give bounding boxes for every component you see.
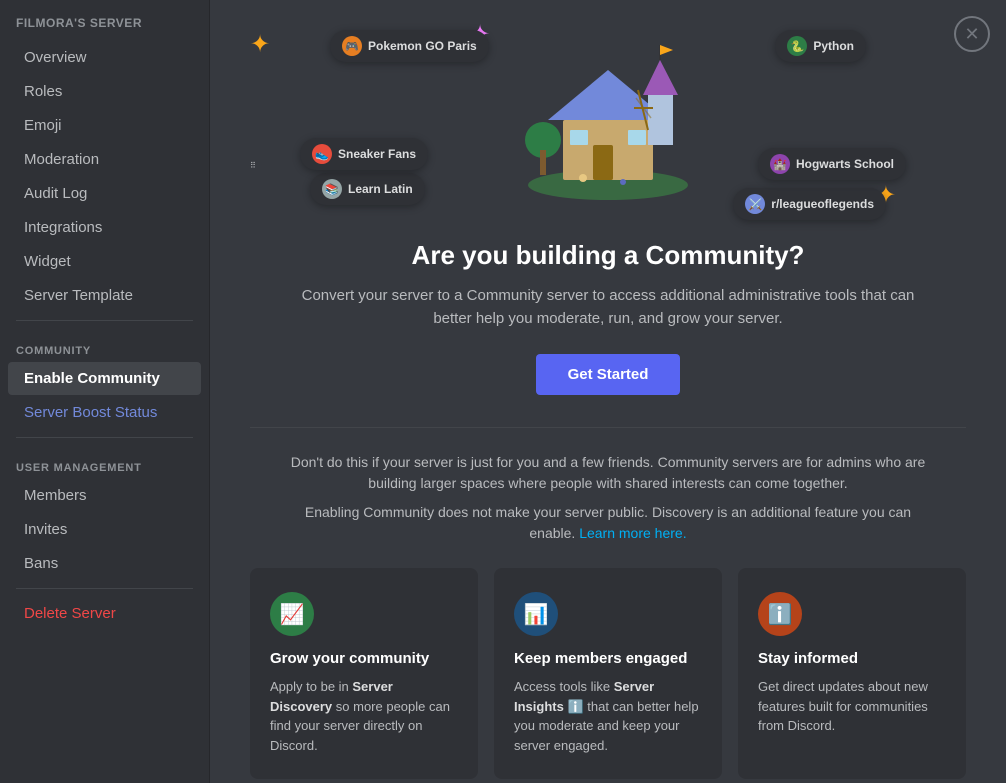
sidebar: FILMORA'S SERVER Overview Roles Emoji Mo… [0,0,210,783]
badge-icon-python: 🐍 [787,36,807,56]
badge-icon-pokemon: 🎮 [342,36,362,56]
server-name: FILMORA'S SERVER [0,16,209,40]
floating-badge-hogwarts: 🏰 Hogwarts School [758,148,906,180]
feature-card-desc-informed: Get direct updates about new features bu… [758,677,946,736]
badge-label-learn-latin: Learn Latin [348,182,413,196]
community-heading: Are you building a Community? [250,240,966,271]
feature-card-desc-grow: Apply to be in Server Discovery so more … [270,677,458,755]
house-illustration [508,40,708,200]
star-decoration-1: ✦ [250,30,270,59]
sidebar-item-label-server-template: Server Template [24,287,133,304]
sidebar-divider-bottom [16,588,193,589]
feature-card-stay-informed: ℹ️ Stay informed Get direct updates abou… [738,568,966,779]
info-text-1: Don't do this if your server is just for… [288,452,928,494]
close-button[interactable]: ✕ [954,16,990,52]
hero-area: ✦ ✦ ✦ 🎮 Pokemon GO Paris 🐍 Python [210,0,1006,240]
floating-badge-league: ⚔️ r/leagueoflegends [733,188,886,220]
content-divider [250,427,966,428]
feature-card-desc-engaged: Access tools like Server Insights ℹ️ tha… [514,677,702,755]
sidebar-item-widget[interactable]: Widget [8,245,201,278]
badge-label-pokemon: Pokemon GO Paris [368,39,477,53]
sidebar-divider-community [16,320,193,321]
floating-badge-python: 🐍 Python [775,30,866,62]
sidebar-item-roles[interactable]: Roles [8,75,201,108]
badge-label-hogwarts: Hogwarts School [796,157,894,171]
badge-icon-learn-latin: 📚 [322,179,342,199]
sidebar-item-members[interactable]: Members [8,479,201,512]
user-management-section-label: USER MANAGEMENT [0,446,209,478]
get-started-button[interactable]: Get Started [536,354,681,395]
badge-label-league: r/leagueoflegends [771,197,874,211]
sidebar-item-server-boost-status[interactable]: Server Boost Status [8,396,201,429]
feature-card-keep-engaged: 📊 Keep members engaged Access tools like… [494,568,722,779]
sidebar-item-invites[interactable]: Invites [8,513,201,546]
feature-icon-engaged: 📊 [514,592,558,636]
sidebar-item-moderation[interactable]: Moderation [8,143,201,176]
feature-icon-informed: ℹ️ [758,592,802,636]
sidebar-item-server-template[interactable]: Server Template [8,279,201,312]
floating-badge-sneaker-fans: 👟 Sneaker Fans [300,138,428,170]
sidebar-item-label-invites: Invites [24,521,67,538]
sidebar-item-label-audit-log: Audit Log [24,185,87,202]
sidebar-item-label-roles: Roles [24,83,62,100]
sidebar-item-label-emoji: Emoji [24,117,62,134]
floating-badge-pokemon: 🎮 Pokemon GO Paris [330,30,489,62]
sidebar-item-enable-community[interactable]: Enable Community [8,362,201,395]
sidebar-item-label-integrations: Integrations [24,219,102,236]
sidebar-item-label-bans: Bans [24,555,58,572]
dots-decoration: ⠿ [250,161,256,170]
community-section-label: COMMUNITY [0,329,209,361]
sidebar-item-overview[interactable]: Overview [8,41,201,74]
sidebar-item-label-widget: Widget [24,253,71,270]
community-subtext: Convert your server to a Community serve… [288,285,928,330]
feature-card-grow-community: 📈 Grow your community Apply to be in Ser… [250,568,478,779]
sidebar-item-delete-server[interactable]: Delete Server [8,597,201,630]
feature-cards-container: 📈 Grow your community Apply to be in Ser… [250,568,966,779]
feature-card-title-engaged: Keep members engaged [514,650,702,667]
badge-label-sneaker-fans: Sneaker Fans [338,147,416,161]
feature-card-title-grow: Grow your community [270,650,458,667]
feature-icon-grow: 📈 [270,592,314,636]
sidebar-item-label-moderation: Moderation [24,151,99,168]
content-area: Are you building a Community? Convert yo… [210,240,1006,783]
sidebar-item-label-overview: Overview [24,49,87,66]
sidebar-item-integrations[interactable]: Integrations [8,211,201,244]
sidebar-item-label-server-boost-status: Server Boost Status [24,404,157,421]
learn-more-link[interactable]: Learn more here. [579,525,686,541]
sidebar-item-label-members: Members [24,487,87,504]
badge-icon-hogwarts: 🏰 [770,154,790,174]
sidebar-item-label-enable-community: Enable Community [24,370,160,387]
main-content: ✕ ESC ✦ ✦ ✦ 🎮 Pokemon GO Paris 🐍 Python [210,0,1006,783]
sidebar-item-emoji[interactable]: Emoji [8,109,201,142]
feature-card-title-informed: Stay informed [758,650,946,667]
badge-label-python: Python [813,39,854,53]
sidebar-item-bans[interactable]: Bans [8,547,201,580]
floating-badge-learn-latin: 📚 Learn Latin [310,173,425,205]
sidebar-divider-user-management [16,437,193,438]
info-text-2: Enabling Community does not make your se… [288,502,928,544]
badge-icon-sneaker-fans: 👟 [312,144,332,164]
badge-icon-league: ⚔️ [745,194,765,214]
sidebar-item-label-delete-server: Delete Server [24,605,116,622]
sidebar-item-audit-log[interactable]: Audit Log [8,177,201,210]
